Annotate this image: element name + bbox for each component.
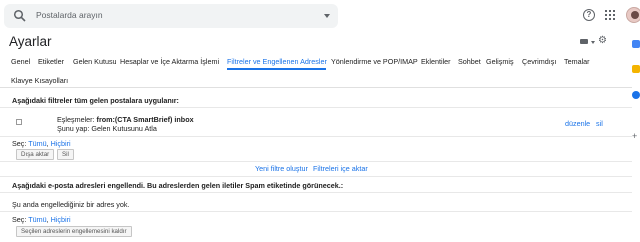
select-prefix: Seç: xyxy=(12,139,27,148)
divider xyxy=(0,211,632,212)
select-all-link[interactable]: Tümü xyxy=(28,139,46,148)
delete-filter-link[interactable]: sil xyxy=(596,119,603,128)
select-prefix: Seç: xyxy=(12,215,27,224)
gear-icon[interactable]: ⚙ xyxy=(598,36,607,46)
avatar[interactable] xyxy=(626,7,640,23)
tab-accounts[interactable]: Hesaplar ve İçe Aktarma İşlemi xyxy=(120,57,219,66)
filter-action: Şunu yap: Gelen Kutusunu Atla xyxy=(57,124,157,133)
filters-select-row: Seç: Tümü, Hiçbiri xyxy=(12,139,71,148)
divider xyxy=(0,136,632,137)
blocked-select-row: Seç: Tümü, Hiçbiri xyxy=(12,215,71,224)
calendar-icon[interactable] xyxy=(632,40,640,48)
select-all-link[interactable]: Tümü xyxy=(28,215,46,224)
tab-inbox[interactable]: Gelen Kutusu xyxy=(73,57,117,66)
filter-match-prefix: Eşleşmeler: xyxy=(57,115,95,124)
top-bar: Postalarda arayın ? xyxy=(0,0,640,32)
search-input[interactable]: Postalarda arayın xyxy=(36,10,103,20)
keyboard-icon[interactable] xyxy=(580,39,588,44)
tab-forwarding[interactable]: Yönlendirme ve POP/IMAP xyxy=(331,57,418,66)
filter-match: Eşleşmeler: from:(CTA SmartBrief) inbox xyxy=(57,115,194,124)
export-button[interactable]: Dışa aktar xyxy=(16,149,55,160)
divider xyxy=(0,192,632,193)
tab-labels[interactable]: Etiketler xyxy=(38,57,64,66)
select-none-link[interactable]: Hiçbiri xyxy=(51,215,71,224)
select-none-link[interactable]: Hiçbiri xyxy=(51,139,71,148)
tab-general[interactable]: Genel xyxy=(11,57,30,66)
filters-heading: Aşağıdaki filtreler tüm gelen postalara … xyxy=(12,96,179,105)
search-bar[interactable]: Postalarda arayın xyxy=(4,4,338,28)
filter-checkbox[interactable] xyxy=(16,119,22,125)
tab-keyboard-shortcuts[interactable]: Klavye Kısayolları xyxy=(11,76,68,85)
divider xyxy=(0,107,632,108)
tab-themes[interactable]: Temalar xyxy=(564,57,590,66)
filter-match-value: from:(CTA SmartBrief) inbox xyxy=(96,115,194,124)
tab-chat[interactable]: Sohbet xyxy=(458,57,481,66)
tab-filters[interactable]: Filtreler ve Engellenen Adresler xyxy=(227,57,327,66)
tab-offline[interactable]: Çevrimdışı xyxy=(522,57,556,66)
edit-filter-link[interactable]: düzenle xyxy=(565,119,590,128)
active-tab-indicator xyxy=(227,68,326,70)
keep-icon[interactable] xyxy=(632,65,640,73)
unblock-button[interactable]: Seçilen adreslerin engellemesini kaldır xyxy=(16,226,132,237)
help-icon[interactable]: ? xyxy=(583,9,595,21)
delete-button[interactable]: Sil xyxy=(57,149,74,160)
search-options-caret-icon[interactable] xyxy=(324,14,330,18)
input-tools-caret-icon[interactable] xyxy=(591,41,595,44)
create-filter-link[interactable]: Yeni filtre oluştur xyxy=(255,164,308,173)
tasks-icon[interactable] xyxy=(632,91,640,99)
divider xyxy=(0,161,632,162)
divider xyxy=(0,176,632,177)
blocked-heading: Aşağıdaki e-posta adresleri engellendi. … xyxy=(12,181,344,190)
import-filters-link[interactable]: Filtreleri içe aktar xyxy=(313,164,368,173)
no-blocked-message: Şu anda engellediğiniz bir adres yok. xyxy=(12,200,130,209)
search-icon[interactable] xyxy=(13,9,27,23)
divider xyxy=(0,87,632,88)
tab-addons[interactable]: Eklentiler xyxy=(421,57,451,66)
plus-icon[interactable]: + xyxy=(632,132,640,141)
tab-advanced[interactable]: Gelişmiş xyxy=(486,57,514,66)
page-title: Ayarlar xyxy=(9,34,52,49)
apps-grid-icon[interactable] xyxy=(605,10,615,20)
